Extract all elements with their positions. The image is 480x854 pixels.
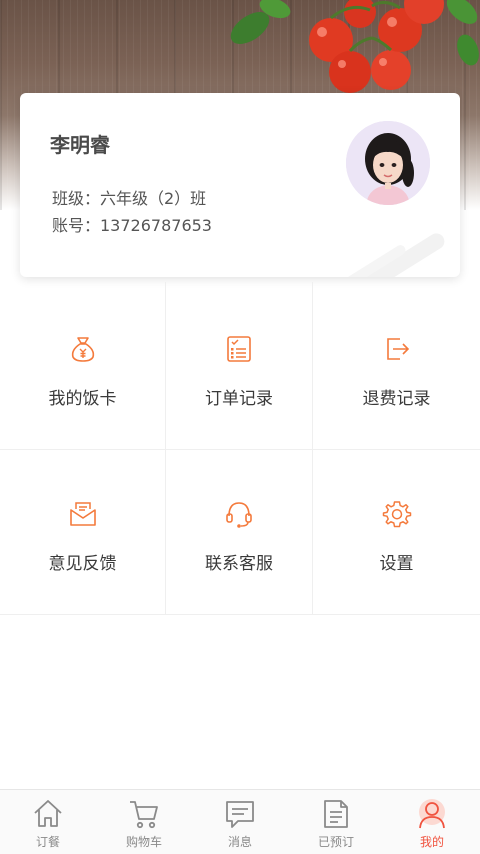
avatar[interactable]: [346, 121, 430, 205]
menu-item-settings[interactable]: 设置: [313, 450, 480, 615]
function-menu-grid: 我的饭卡 订单记录 退费记录 意见反馈 联系客服 设置: [0, 282, 480, 615]
menu-item-feedback[interactable]: 意见反馈: [0, 450, 166, 615]
profile-card: 李明睿 班级：六年级（2）班 账号：13726787653: [20, 93, 460, 277]
card-stripe-decoration: [344, 233, 445, 277]
menu-label-meal-card: 我的饭卡: [48, 389, 117, 409]
profile-screen: 李明睿 班级：六年级（2）班 账号：13726787653 我的饭卡 订单记录 …: [0, 0, 480, 854]
home-icon: [34, 800, 62, 827]
tab-mine[interactable]: 我的: [384, 790, 480, 854]
order-list-icon: [227, 336, 251, 362]
avatar-image: [346, 121, 430, 205]
money-bag-icon: [71, 337, 94, 362]
tab-order-meal[interactable]: 订餐: [0, 790, 96, 854]
gear-icon: [382, 501, 411, 528]
account-info: 账号：13726787653: [52, 216, 212, 235]
menu-item-customer-service[interactable]: 联系客服: [166, 450, 313, 615]
menu-item-refund-records[interactable]: 退费记录: [313, 282, 480, 450]
user-icon: [419, 799, 445, 829]
document-icon: [324, 800, 348, 828]
tab-label-mine: 我的: [419, 835, 444, 849]
menu-item-meal-card[interactable]: 我的饭卡: [0, 282, 166, 450]
tab-label-cart: 购物车: [125, 835, 162, 849]
menu-label-refund-records: 退费记录: [362, 389, 431, 409]
menu-label-settings: 设置: [379, 554, 414, 574]
headset-icon: [226, 502, 252, 528]
menu-item-order-records[interactable]: 订单记录: [166, 282, 313, 450]
user-name: 李明睿: [50, 133, 110, 157]
cart-icon: [130, 801, 158, 829]
envelope-icon: [69, 502, 96, 526]
menu-label-feedback: 意见反馈: [48, 554, 117, 574]
message-icon: [226, 801, 254, 828]
exit-refund-icon: [386, 338, 409, 360]
tab-label-order-meal: 订餐: [35, 835, 60, 849]
tab-messages[interactable]: 消息: [192, 790, 288, 854]
tab-label-messages: 消息: [227, 835, 252, 849]
bottom-tab-bar: 订餐 购物车 消息 已预订 我的: [0, 789, 480, 854]
menu-label-order-records: 订单记录: [205, 389, 273, 409]
tab-reserved[interactable]: 已预订: [288, 790, 384, 854]
menu-label-customer-service: 联系客服: [205, 554, 273, 574]
class-info: 班级：六年级（2）班: [52, 189, 207, 208]
tab-cart[interactable]: 购物车: [96, 790, 192, 854]
tab-label-reserved: 已预订: [317, 835, 354, 849]
